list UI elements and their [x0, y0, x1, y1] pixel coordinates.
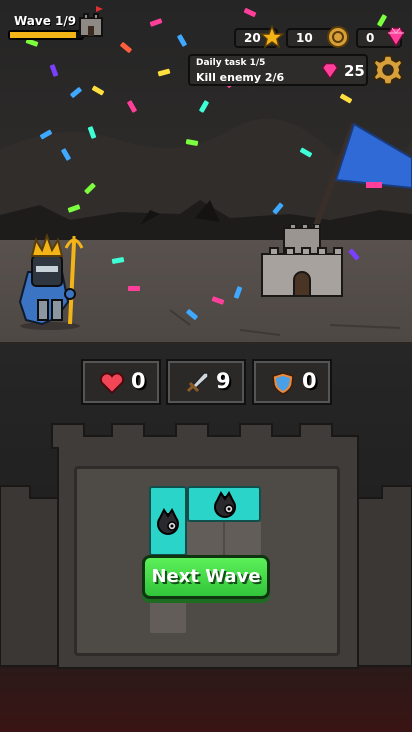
enemy-icon: [157, 508, 179, 535]
wave-progress-bar: [8, 30, 84, 40]
enemy-piece-horizontal[interactable]: [187, 486, 261, 522]
board-slot[interactable]: [150, 599, 186, 633]
next-wave-button[interactable]: Next Wave: [142, 555, 270, 599]
enemy-castle: [261, 224, 343, 297]
gear-icon[interactable]: [372, 54, 404, 86]
shield-icon: [272, 372, 294, 395]
wave-progress-fill: [10, 32, 77, 38]
enemy-icon: [214, 491, 236, 518]
daily-task-panel[interactable]: Daily task 1/5 Kill enemy 2/6 25: [188, 54, 368, 86]
health-value: 0: [131, 369, 146, 393]
attack-stat: 9: [166, 359, 246, 405]
daily-task-text: Kill enemy 2/6: [196, 71, 285, 84]
castle-icon: [79, 6, 103, 37]
enemy-piece-vertical[interactable]: [149, 486, 187, 556]
coins-value: 10: [296, 31, 313, 45]
banner-flag: [309, 122, 412, 238]
gem-icon: [387, 27, 405, 48]
star-icon: [260, 25, 284, 49]
coins-counter: 10: [286, 26, 349, 48]
gems-counter: 0: [356, 27, 405, 48]
daily-task-reward: 25: [344, 62, 365, 80]
attack-value: 9: [216, 369, 231, 393]
shield-stat: 0: [252, 359, 332, 405]
daily-task-title: Daily task 1/5: [196, 58, 266, 68]
board-slot[interactable]: [187, 521, 223, 555]
gems-value: 0: [366, 31, 375, 45]
board-slot[interactable]: [225, 521, 261, 555]
wave-indicator: Wave 1/9: [8, 12, 86, 42]
heart-icon: [99, 372, 125, 395]
stars-counter: 20: [234, 25, 284, 49]
gem-icon: [321, 63, 339, 80]
wave-label: Wave 1/9: [14, 14, 77, 28]
sword-icon: [186, 372, 209, 393]
coin-icon: [327, 26, 349, 48]
shield-value: 0: [302, 369, 317, 393]
stars-value: 20: [244, 31, 261, 45]
hero-knight: [18, 233, 84, 330]
health-stat: 0: [81, 359, 161, 405]
